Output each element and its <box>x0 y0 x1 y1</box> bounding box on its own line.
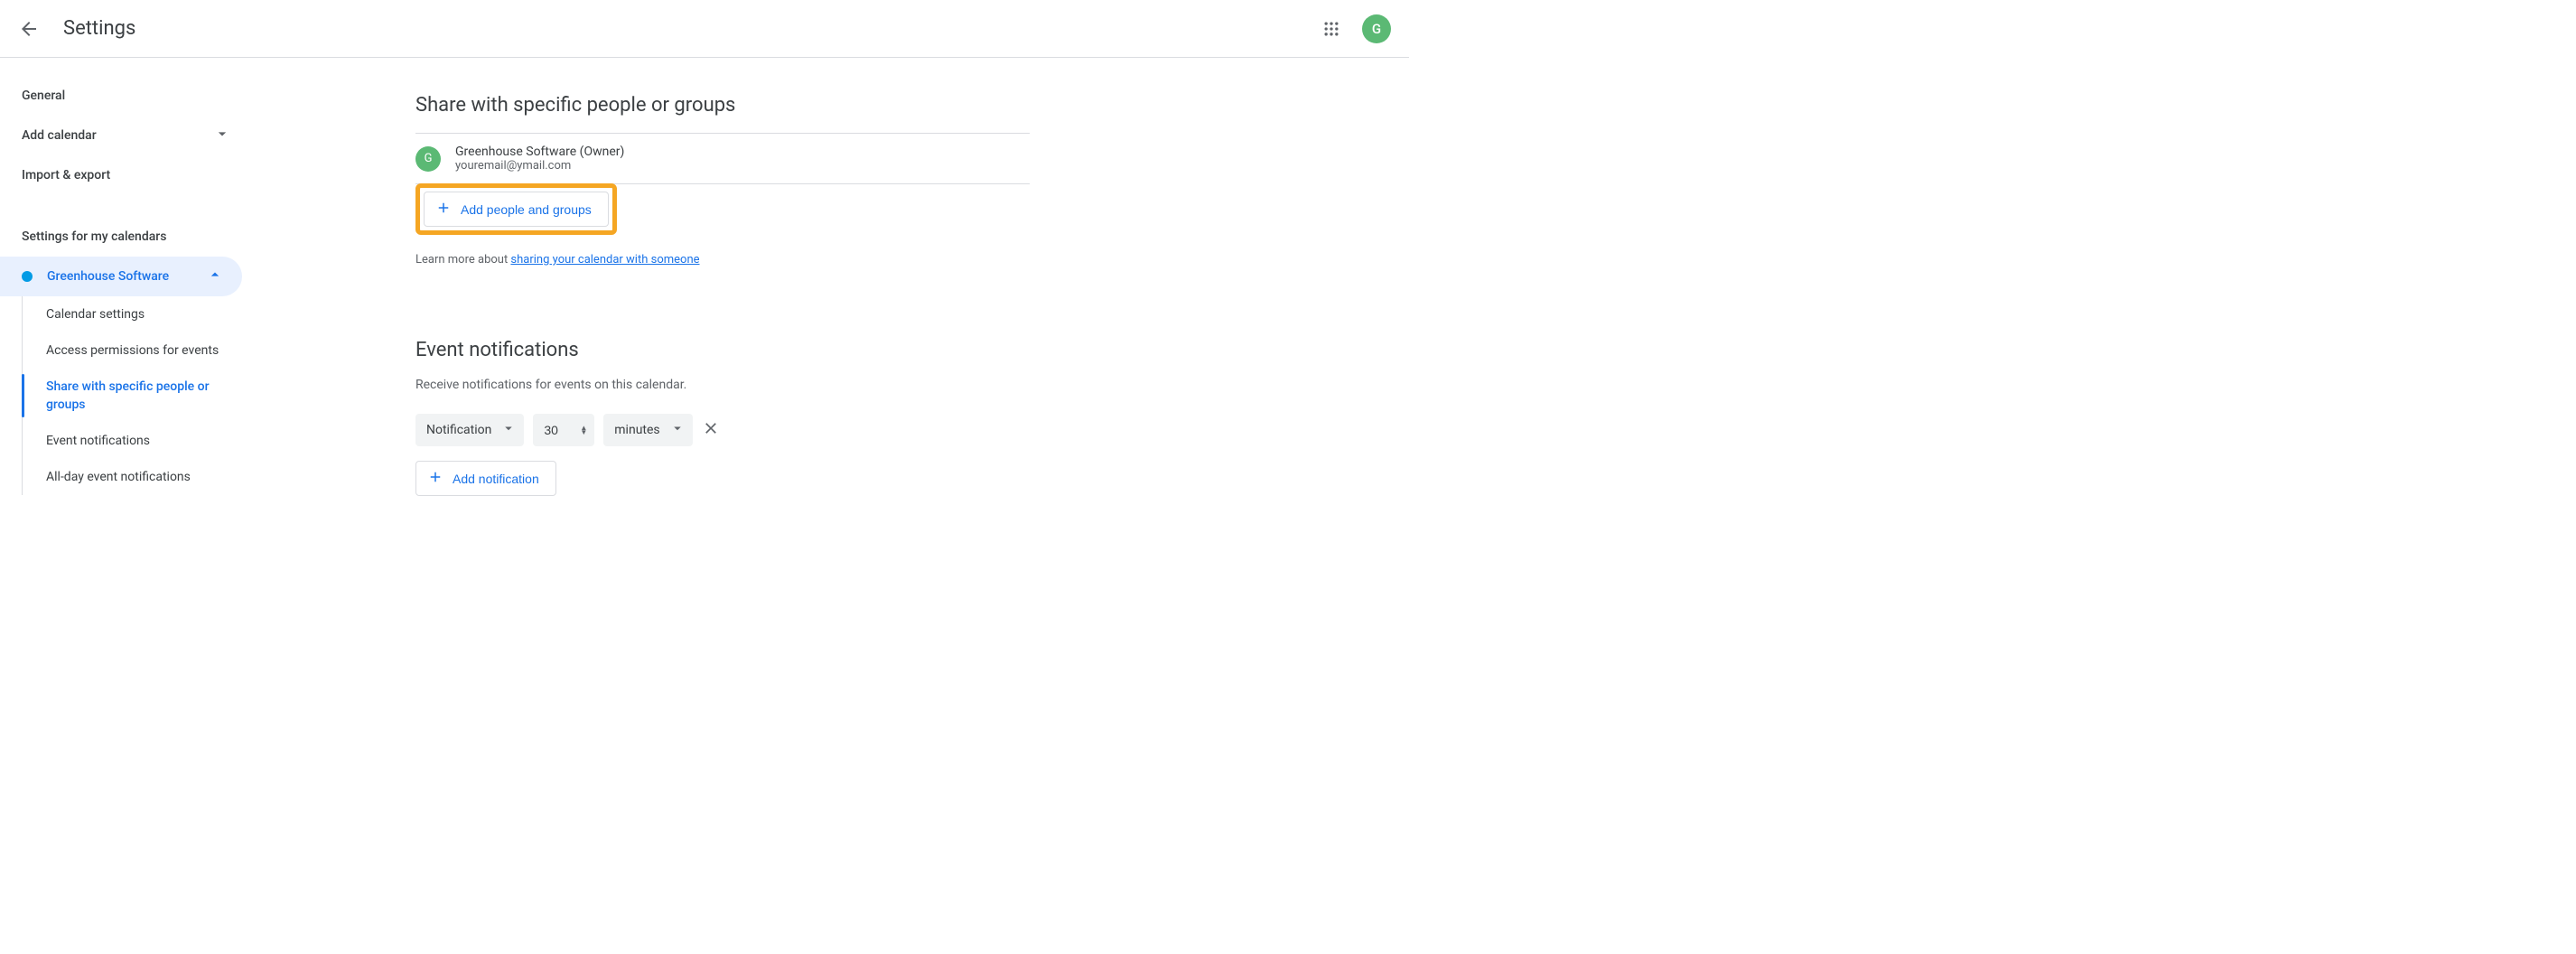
chevron-down-icon <box>669 420 686 440</box>
notification-type-value: Notification <box>426 423 491 437</box>
header-right: G <box>1313 11 1391 47</box>
sidebar-label: Import & export <box>22 168 110 182</box>
subnav-event-notifications[interactable]: Event notifications <box>23 423 253 459</box>
chevron-down-icon <box>213 125 231 146</box>
remove-notification-icon[interactable] <box>702 419 720 441</box>
learn-more-text: Learn more about sharing your calendar w… <box>415 253 1030 267</box>
notification-type-select[interactable]: Notification <box>415 414 524 446</box>
plus-icon <box>427 469 443 488</box>
person-text: Greenhouse Software (Owner) youremail@ym… <box>455 145 624 173</box>
calendar-color-dot <box>22 271 33 282</box>
stepper-icon[interactable]: ▲▼ <box>580 426 587 435</box>
person-name: Greenhouse Software (Owner) <box>455 145 624 159</box>
sidebar-label: General <box>22 89 65 103</box>
subnav-share-specific[interactable]: Share with specific people or groups <box>23 369 253 423</box>
calendar-label-wrap: Greenhouse Software <box>22 269 169 284</box>
apps-grid-icon[interactable] <box>1313 11 1349 47</box>
subnav-access-permissions[interactable]: Access permissions for events <box>23 332 253 369</box>
sidebar-label: Add calendar <box>22 128 97 143</box>
notification-unit-value: minutes <box>614 423 659 437</box>
header: Settings G <box>0 0 1409 58</box>
share-section-title: Share with specific people or groups <box>415 94 1030 117</box>
sidebar-subnav: Calendar settings Access permissions for… <box>22 296 253 495</box>
learn-more-link[interactable]: sharing your calendar with someone <box>510 253 699 267</box>
subnav-allday-notifications[interactable]: All-day event notifications <box>23 459 253 495</box>
calendar-name: Greenhouse Software <box>47 269 169 284</box>
back-arrow-icon[interactable] <box>11 11 47 47</box>
notification-value-input[interactable]: ▲▼ <box>533 414 594 446</box>
add-notification-label: Add notification <box>453 472 539 486</box>
sidebar-item-import-export[interactable]: Import & export <box>0 155 253 195</box>
notification-value-field[interactable] <box>544 423 571 437</box>
person-avatar: G <box>415 146 441 172</box>
share-person-row: G Greenhouse Software (Owner) youremail@… <box>415 133 1030 184</box>
main-inner: Share with specific people or groups G G… <box>415 94 1030 496</box>
person-email: youremail@ymail.com <box>455 159 624 173</box>
sidebar-item-general[interactable]: General <box>0 76 253 116</box>
learn-more-prefix: Learn more about <box>415 253 510 267</box>
add-notification-button[interactable]: Add notification <box>415 461 556 496</box>
highlight-annotation: Add people and groups <box>415 183 617 235</box>
sidebar-calendar-item[interactable]: Greenhouse Software <box>0 257 242 296</box>
page-title: Settings <box>63 17 135 40</box>
add-people-label: Add people and groups <box>461 202 592 217</box>
chevron-down-icon <box>500 420 517 440</box>
header-left: Settings <box>11 11 135 47</box>
sidebar-item-add-calendar[interactable]: Add calendar <box>0 116 253 155</box>
notification-unit-select[interactable]: minutes <box>603 414 692 446</box>
content: General Add calendar Import & export Set… <box>0 58 1409 522</box>
main-panel: Share with specific people or groups G G… <box>253 58 1409 522</box>
add-people-button[interactable]: Add people and groups <box>424 192 609 227</box>
sidebar-section-title: Settings for my calendars <box>0 217 253 257</box>
chevron-up-icon <box>206 266 224 287</box>
notifications-subtitle: Receive notifications for events on this… <box>415 378 1030 392</box>
notification-row: Notification ▲▼ minutes <box>415 414 1030 446</box>
plus-icon <box>435 200 452 219</box>
subnav-calendar-settings[interactable]: Calendar settings <box>23 296 253 332</box>
account-avatar[interactable]: G <box>1362 14 1391 43</box>
notifications-section-title: Event notifications <box>415 339 1030 361</box>
sidebar: General Add calendar Import & export Set… <box>0 58 253 522</box>
